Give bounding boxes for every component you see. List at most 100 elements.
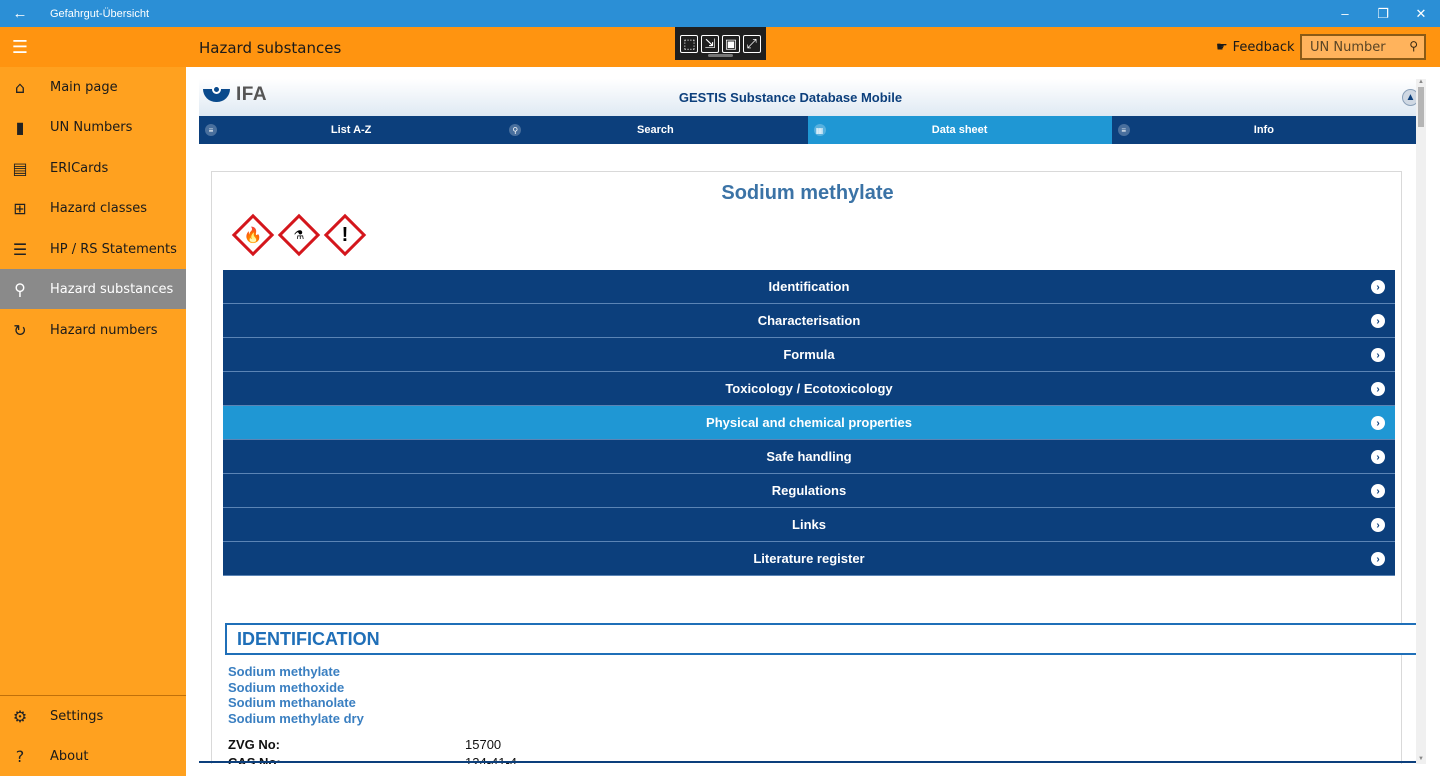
tab-label: Data sheet xyxy=(931,124,988,136)
section-label: Safe handling xyxy=(766,449,852,464)
search-icon: ⚲ xyxy=(509,124,522,136)
close-icon: ✕ xyxy=(1415,5,1427,21)
tab-label: Info xyxy=(1253,124,1274,136)
section-label: Formula xyxy=(783,347,835,362)
section-toxicology[interactable]: Toxicology / Ecotoxicology › xyxy=(223,372,1395,406)
section-formula[interactable]: Formula › xyxy=(223,338,1395,372)
document-icon: ▮ xyxy=(15,117,25,137)
refresh-icon: ↻ xyxy=(13,320,27,340)
sidebar-item-label: UN Numbers xyxy=(50,119,133,135)
gestis-tabs: ≡ List A-Z ⚲ Search ▦ Data sheet ≡ Info xyxy=(199,116,1416,144)
tab-data-sheet[interactable]: ▦ Data sheet xyxy=(807,116,1112,144)
hamburger-menu-button[interactable]: ☰ xyxy=(0,27,40,67)
tab-search[interactable]: ⚲ Search xyxy=(503,116,808,144)
fullscreen-capture-icon[interactable]: ⤢ xyxy=(742,34,761,53)
data-sheet: Sodium methylate 🔥 ⚗ ! Identification › C… xyxy=(211,171,1402,764)
section-label: Literature register xyxy=(753,551,865,566)
sidebar-item-label: Main page xyxy=(50,79,118,95)
section-label: Identification xyxy=(768,279,850,294)
sidebar-item-label: ERICards xyxy=(50,160,109,176)
synonym-item: Sodium methanolate xyxy=(228,695,356,710)
card-icon: ▤ xyxy=(12,158,28,178)
un-number-input[interactable] xyxy=(1310,39,1405,55)
synonym-item: Sodium methylate xyxy=(228,664,340,679)
app-bar: ☰ Hazard substances ⬚ ⇲ ▣ ⤢ ☛ Feedback ⚲ xyxy=(0,27,1440,67)
chevron-right-icon: › xyxy=(1371,382,1385,396)
feedback-button[interactable]: ☛ Feedback xyxy=(1216,27,1295,67)
gestis-header: IFA GESTIS Substance Database Mobile ▲ xyxy=(199,79,1416,116)
scroll-up-icon[interactable]: ▲ xyxy=(1402,89,1416,106)
sidebar-item-about[interactable]: ? About xyxy=(0,736,186,776)
sidebar-item-hazard-substances[interactable]: ⚲ Hazard substances xyxy=(0,269,186,309)
back-button[interactable]: ← xyxy=(0,0,40,27)
tab-label: Search xyxy=(637,124,674,136)
chevron-right-icon: › xyxy=(1371,314,1385,328)
un-number-search: ⚲ xyxy=(1300,34,1426,60)
ghs-corrosion-icon: ⚗ xyxy=(276,212,322,258)
gestis-webview: IFA GESTIS Substance Database Mobile ▲ ≡… xyxy=(199,79,1416,764)
substance-name: Sodium methylate xyxy=(721,182,894,204)
grid-icon: ⊞ xyxy=(13,198,27,218)
scroll-down-arrow-icon[interactable]: ▼ xyxy=(1416,756,1426,764)
section-physical-chemical-properties[interactable]: Physical and chemical properties › xyxy=(223,406,1395,440)
pointer-select-icon[interactable]: ⇲ xyxy=(701,34,720,53)
chevron-right-icon: › xyxy=(1371,348,1385,362)
drag-handle[interactable] xyxy=(708,54,733,57)
section-label: Characterisation xyxy=(757,313,861,328)
sidebar-item-un-numbers[interactable]: ▮ UN Numbers xyxy=(0,107,186,147)
search-icon[interactable]: ⚲ xyxy=(1409,39,1418,53)
ghs-pictograms: 🔥 ⚗ ! xyxy=(230,212,368,258)
sidebar-item-hp-rs-statements[interactable]: ☰ HP / RS Statements xyxy=(0,229,186,269)
sidebar-item-ericards[interactable]: ▤ ERICards xyxy=(0,148,186,188)
window-title: Gefahrgut-Übersicht xyxy=(50,7,150,20)
restore-button[interactable]: ❐ xyxy=(1364,0,1402,27)
feedback-label: Feedback xyxy=(1232,39,1295,55)
tab-list-a-z[interactable]: ≡ List A-Z xyxy=(199,116,504,144)
ghs-exclamation-icon: ! xyxy=(322,212,368,258)
ghs-flame-icon: 🔥 xyxy=(230,212,276,258)
section-literature-register[interactable]: Literature register › xyxy=(223,542,1395,576)
arrow-left-icon: ← xyxy=(12,5,28,22)
field-key: ZVG No: xyxy=(228,737,280,752)
minimize-button[interactable]: – xyxy=(1326,0,1364,27)
section-accordion: Identification › Characterisation › Formul… xyxy=(223,270,1395,576)
sidebar-item-main-page[interactable]: ⌂ Main page xyxy=(0,67,186,107)
section-regulations[interactable]: Regulations › xyxy=(223,474,1395,508)
section-label: Regulations xyxy=(771,483,847,498)
capture-toolbar: ⬚ ⇲ ▣ ⤢ xyxy=(675,27,766,60)
capture-region-icon[interactable]: ⬚ xyxy=(680,34,699,53)
synonym-list: Sodium methylate Sodium methoxide Sodium… xyxy=(228,664,364,726)
close-button[interactable]: ✕ xyxy=(1402,0,1440,27)
menu-icon: ≡ xyxy=(1117,124,1130,136)
gestis-title: GESTIS Substance Database Mobile xyxy=(678,90,903,105)
scrollbar-thumb[interactable] xyxy=(1418,87,1424,127)
chevron-right-icon: › xyxy=(1371,280,1385,294)
identification-heading: IDENTIFICATION xyxy=(225,623,1416,655)
restore-icon: ❐ xyxy=(1377,5,1389,21)
sidebar-item-settings[interactable]: ⚙ Settings xyxy=(0,696,186,736)
sidebar-item-label: HP / RS Statements xyxy=(50,241,177,257)
synonym-item: Sodium methylate dry xyxy=(228,710,364,726)
webview-bottom-border xyxy=(199,761,1416,763)
scroll-up-arrow-icon[interactable]: ▲ xyxy=(1416,79,1426,87)
section-links[interactable]: Links › xyxy=(223,508,1395,542)
window-capture-icon[interactable]: ▣ xyxy=(721,34,740,53)
section-label: Toxicology / Ecotoxicology xyxy=(725,381,893,396)
chevron-right-icon: › xyxy=(1371,416,1385,430)
chevron-right-icon: › xyxy=(1371,518,1385,532)
hamburger-icon: ☰ xyxy=(11,36,29,57)
section-safe-handling[interactable]: Safe handling › xyxy=(223,440,1395,474)
tab-label: List A-Z xyxy=(330,124,372,136)
sidebar-item-hazard-numbers[interactable]: ↻ Hazard numbers xyxy=(0,310,186,350)
menu-icon: ≡ xyxy=(205,124,217,136)
tab-info[interactable]: ≡ Info xyxy=(1111,116,1416,144)
webview-scrollbar[interactable]: ▲ ▼ xyxy=(1416,79,1426,764)
sidebar-item-hazard-classes[interactable]: ⊞ Hazard classes xyxy=(0,188,186,228)
sidebar-item-label: Hazard numbers xyxy=(50,322,158,338)
section-characterisation[interactable]: Characterisation › xyxy=(223,304,1395,338)
gear-icon: ⚙ xyxy=(12,706,28,726)
section-identification[interactable]: Identification › xyxy=(223,270,1395,304)
sidebar-item-label: About xyxy=(50,748,89,764)
minimize-icon: – xyxy=(1341,6,1349,21)
section-label: Physical and chemical properties xyxy=(706,415,912,430)
